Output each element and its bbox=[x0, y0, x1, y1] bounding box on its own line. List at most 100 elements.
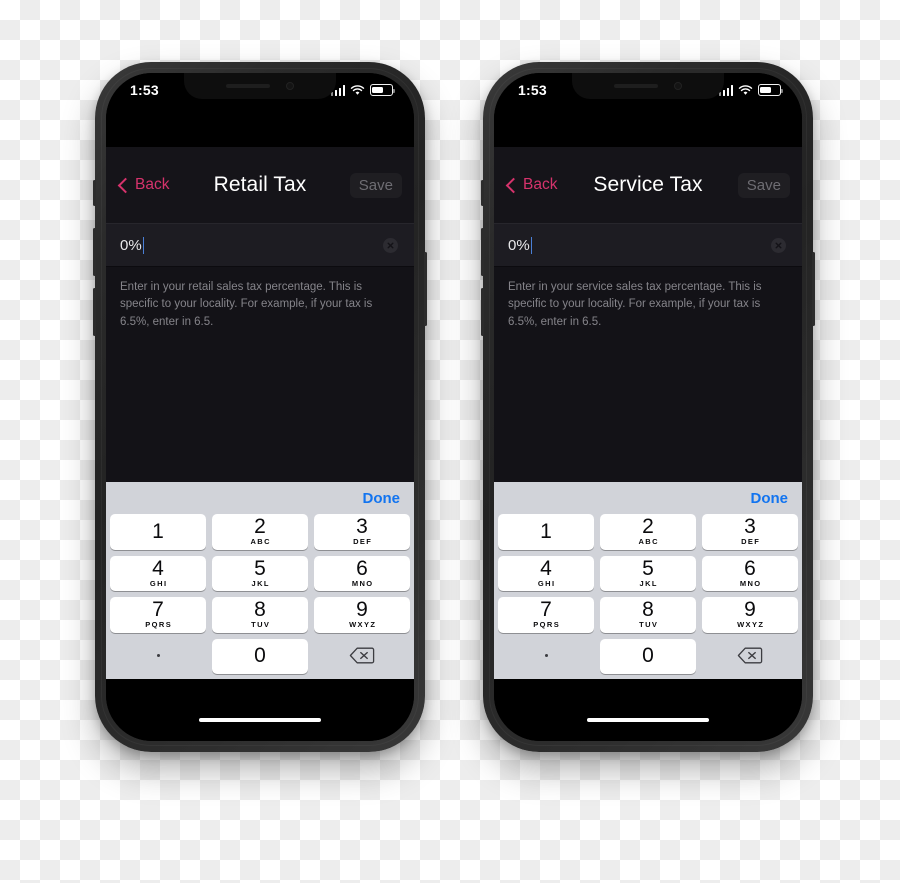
key-5-letters: JKL bbox=[251, 578, 270, 588]
tax-percentage-field-row[interactable]: 0% bbox=[494, 223, 802, 267]
clear-circle-icon[interactable] bbox=[771, 237, 786, 253]
silent-switch[interactable] bbox=[481, 180, 484, 206]
key-9[interactable]: 9 WXYZ bbox=[702, 597, 798, 633]
keypad-keys: 1 2 ABC 3 DEF 4 GHI 5 JKL 6 MNO 7 PQRS 8 TUV 9W… bbox=[494, 514, 802, 679]
wifi-icon bbox=[350, 84, 365, 95]
key-7[interactable]: 7 PQRS bbox=[110, 597, 206, 633]
volume-down-button[interactable] bbox=[93, 288, 96, 336]
keyboard-done-button[interactable]: Done bbox=[363, 490, 401, 507]
key-5[interactable]: 5 JKL bbox=[212, 555, 308, 591]
key-9[interactable]: 9 WXYZ bbox=[314, 597, 410, 633]
tax-percentage-value: 0% bbox=[508, 236, 530, 254]
earpiece-speaker-icon bbox=[614, 83, 658, 89]
key-0[interactable]: 0 bbox=[600, 638, 696, 674]
field-description: Enter in your service sales tax percenta… bbox=[508, 281, 762, 328]
key-3-number: 3 bbox=[356, 515, 368, 539]
key-0[interactable]: 0 bbox=[212, 638, 308, 674]
key-4[interactable]: 4 GHI bbox=[110, 555, 206, 591]
key-5-letters: JKL bbox=[639, 578, 658, 588]
key-8-letters: TUV bbox=[251, 620, 271, 630]
key-6-letters: MNO bbox=[351, 578, 374, 588]
key-2[interactable]: 2 ABC bbox=[600, 514, 696, 550]
key-6[interactable]: 6 MNO bbox=[314, 555, 410, 591]
key-8[interactable]: 8 TUV bbox=[600, 597, 696, 633]
volume-down-button[interactable] bbox=[481, 288, 484, 336]
clear-circle-icon[interactable] bbox=[383, 237, 398, 253]
chevron-left-icon bbox=[117, 177, 134, 193]
status-spacer bbox=[494, 117, 802, 147]
phone-screen-service: 1:53 Back Service Tax Save 0% Enter in y… bbox=[494, 73, 802, 741]
back-button[interactable]: Back bbox=[116, 172, 178, 198]
keyboard-toolbar: Done bbox=[494, 482, 802, 514]
status-time: 1:53 bbox=[130, 82, 159, 98]
tax-percentage-input[interactable]: 0% bbox=[508, 236, 533, 254]
key-1[interactable]: 1 bbox=[498, 514, 594, 550]
field-description: Enter in your retail sales tax percentag… bbox=[120, 281, 373, 328]
key-4[interactable]: 4 GHI bbox=[498, 555, 594, 591]
key-6-letters: MNO bbox=[739, 578, 762, 588]
device-notch bbox=[184, 73, 336, 99]
key-0-number: 0 bbox=[642, 644, 654, 668]
key-5-number: 5 bbox=[642, 556, 654, 580]
battery-icon bbox=[758, 84, 783, 96]
keyboard-toolbar: Done bbox=[106, 482, 414, 514]
key-7-number: 7 bbox=[152, 598, 164, 622]
key-8-number: 8 bbox=[254, 598, 266, 622]
home-indicator[interactable] bbox=[199, 717, 321, 723]
save-button[interactable]: Save bbox=[349, 172, 402, 198]
content-area: Enter in your retail sales tax percentag… bbox=[106, 267, 414, 482]
key-3[interactable]: 3 DEF bbox=[702, 514, 798, 550]
key-7[interactable]: 7 PQRS bbox=[498, 597, 594, 633]
device-notch bbox=[572, 73, 724, 99]
key-2-letters: ABC bbox=[250, 537, 271, 547]
tax-percentage-value: 0% bbox=[120, 236, 142, 254]
key-1[interactable]: 1 bbox=[110, 514, 206, 550]
status-indicators bbox=[718, 82, 783, 98]
volume-up-button[interactable] bbox=[93, 228, 96, 276]
key-2-number: 2 bbox=[642, 515, 654, 539]
tax-percentage-input[interactable]: 0% bbox=[120, 236, 145, 254]
key-5[interactable]: 5 JKL bbox=[600, 555, 696, 591]
key-4-letters: GHI bbox=[149, 578, 168, 588]
tax-percentage-field-row[interactable]: 0% bbox=[106, 223, 414, 267]
key-6-number: 6 bbox=[744, 556, 756, 580]
text-caret bbox=[142, 236, 145, 254]
key-7-number: 7 bbox=[540, 598, 552, 622]
home-indicator[interactable] bbox=[587, 717, 709, 723]
home-indicator-area bbox=[494, 679, 802, 741]
key-3[interactable]: 3 DEF bbox=[314, 514, 410, 550]
navigation-bar: Back Retail Tax Save bbox=[106, 147, 414, 223]
mockup-stage: 1:53 Back Retail Tax Save 0% Enter in yo… bbox=[0, 0, 900, 883]
key-0-number: 0 bbox=[254, 644, 266, 668]
front-camera-icon bbox=[286, 82, 294, 90]
keyboard-done-button[interactable]: Done bbox=[751, 490, 789, 507]
wifi-icon bbox=[738, 84, 753, 95]
key-9-number: 9 bbox=[356, 598, 368, 622]
key-4-number: 4 bbox=[540, 556, 552, 580]
back-button[interactable]: Back bbox=[504, 172, 566, 198]
key-backspace[interactable] bbox=[314, 639, 410, 675]
status-time: 1:53 bbox=[518, 82, 547, 98]
backspace-icon bbox=[349, 647, 375, 664]
key-decimal[interactable] bbox=[498, 639, 594, 675]
status-bar: 1:53 bbox=[106, 73, 414, 117]
key-9-number: 9 bbox=[744, 598, 756, 622]
phone-device-retail: 1:53 Back Retail Tax Save 0% Enter in yo… bbox=[93, 62, 427, 752]
key-3-number: 3 bbox=[744, 515, 756, 539]
key-decimal[interactable] bbox=[110, 639, 206, 675]
silent-switch[interactable] bbox=[93, 180, 96, 206]
content-area: Enter in your service sales tax percenta… bbox=[494, 267, 802, 482]
key-4-number: 4 bbox=[152, 556, 164, 580]
volume-up-button[interactable] bbox=[481, 228, 484, 276]
key-8[interactable]: 8 TUV bbox=[212, 597, 308, 633]
key-2[interactable]: 2 ABC bbox=[212, 514, 308, 550]
save-button[interactable]: Save bbox=[737, 172, 790, 198]
status-indicators bbox=[330, 82, 395, 98]
key-6[interactable]: 6 MNO bbox=[702, 555, 798, 591]
power-button[interactable] bbox=[812, 252, 815, 326]
navigation-bar: Back Service Tax Save bbox=[494, 147, 802, 223]
key-backspace[interactable] bbox=[702, 639, 798, 675]
power-button[interactable] bbox=[424, 252, 427, 326]
home-indicator-area bbox=[106, 679, 414, 741]
numeric-keypad: Done 1 2 ABC 3 DEF 4 GHI 5 JKL 6 MNO 7 PQRS 8T… bbox=[494, 482, 802, 679]
